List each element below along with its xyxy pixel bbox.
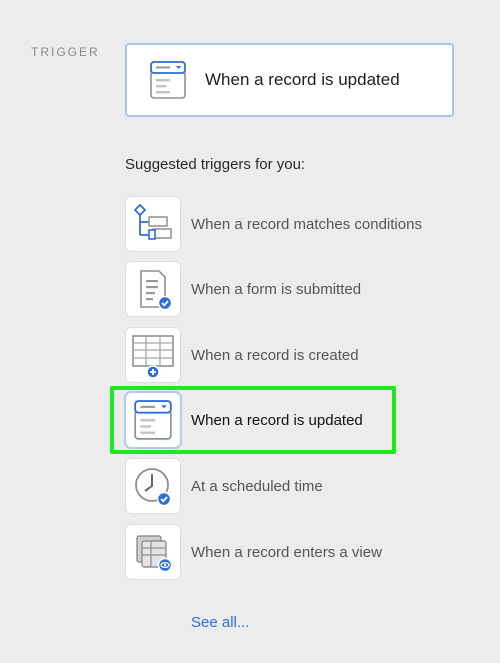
trigger-section-label: TRIGGER (31, 45, 100, 59)
option-label: When a form is submitted (191, 280, 362, 298)
option-label: When a record is created (191, 346, 359, 364)
selected-trigger-text: When a record is updated (205, 70, 400, 89)
record-updated-icon (126, 393, 180, 447)
option-label: When a record matches conditions (191, 215, 422, 233)
see-all-link[interactable]: See all... (191, 614, 249, 631)
record-created-icon (126, 328, 180, 382)
record-updated-icon (143, 55, 193, 105)
trigger-option-form-submitted[interactable]: When a form is submitted (126, 261, 426, 317)
option-label: At a scheduled time (191, 477, 323, 495)
suggested-triggers-heading: Suggested triggers for you: (125, 156, 306, 173)
trigger-option-enters-view[interactable]: When a record enters a view (126, 524, 426, 580)
trigger-option-record-updated[interactable]: When a record is updated (126, 392, 426, 448)
conditions-flow-icon (126, 197, 180, 251)
trigger-option-scheduled-time[interactable]: At a scheduled time (126, 458, 426, 514)
option-label: When a record is updated (191, 411, 363, 429)
clock-icon (126, 459, 180, 513)
option-label: When a record enters a view (191, 543, 382, 561)
trigger-option-record-created[interactable]: When a record is created (126, 327, 426, 383)
view-enter-icon (126, 525, 180, 579)
form-submitted-icon (126, 262, 180, 316)
selected-trigger-card[interactable]: When a record is updated (125, 43, 454, 117)
trigger-option-matches-conditions[interactable]: When a record matches conditions (126, 196, 426, 252)
